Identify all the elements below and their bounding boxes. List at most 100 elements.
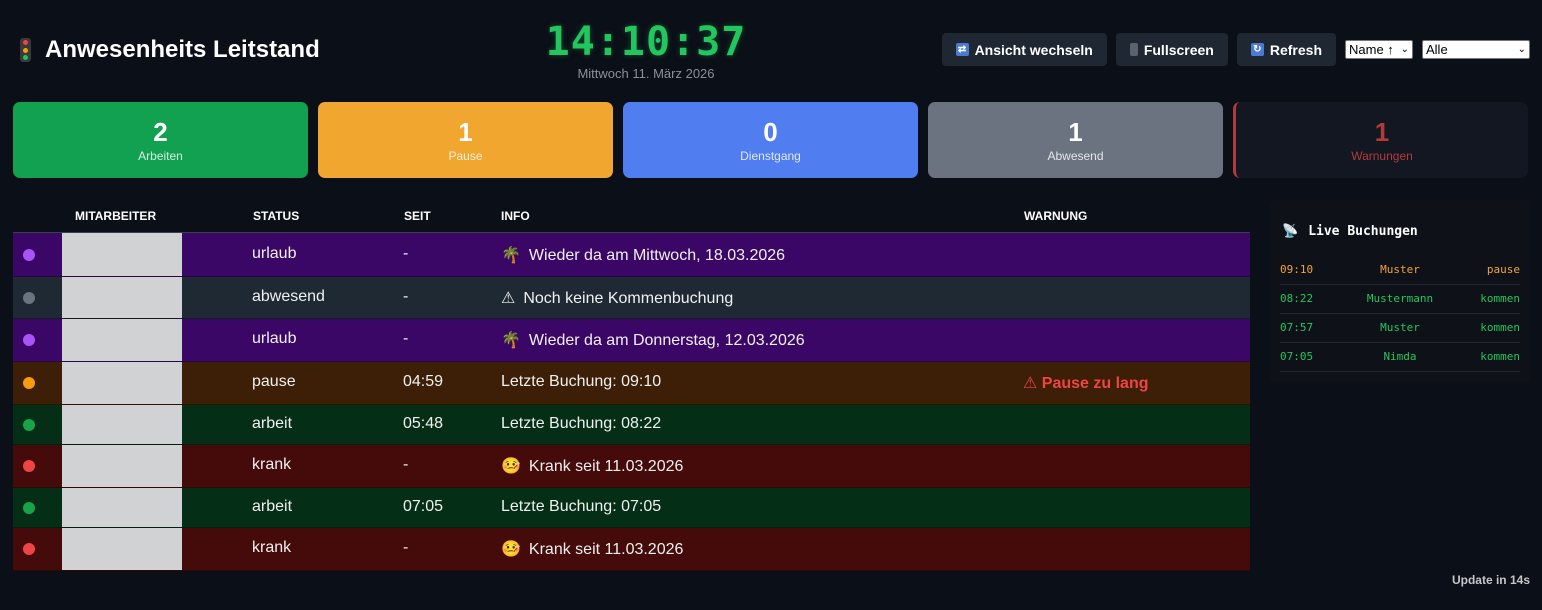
status-dot-icon (23, 377, 35, 389)
column-header-employee: MITARBEITER (75, 209, 157, 223)
live-bookings-panel: 📡 Live Buchungen 09:10 Muster pause 08:22 Mu… (1270, 200, 1530, 382)
status-cell: arbeit (252, 498, 293, 515)
card-value: 1 (458, 117, 473, 147)
booking-type: pause (1486, 263, 1520, 276)
card-label: Arbeiten (138, 149, 183, 163)
filter-select[interactable]: Alle ⌄ (1422, 40, 1530, 59)
clock-time: 14:10:37 (545, 19, 747, 65)
clock-date: Mittwoch 11. März 2026 (577, 66, 715, 81)
card-label: Pause (448, 149, 483, 163)
info-text: Letzte Buchung: 07:05 (501, 498, 662, 515)
info-text: Wieder da am Donnerstag, 12.03.2026 (528, 332, 805, 349)
since-cell: - (403, 245, 409, 262)
live-bookings-title-group: 📡 Live Buchungen (1282, 224, 1418, 239)
table-header: MITARBEITER STATUS SEIT INFO WARNUNG (13, 200, 1250, 233)
chevron-down-icon: ⌄ (1517, 44, 1526, 55)
live-booking-entry: 08:22 Mustermann kommen (1280, 284, 1520, 314)
since-cell: - (403, 539, 409, 556)
status-dot-icon (23, 460, 35, 472)
since-cell: - (403, 330, 409, 347)
status-cell: urlaub (252, 245, 297, 262)
info-icon: ⚠ (501, 288, 516, 307)
booking-name: Muster (1380, 263, 1420, 276)
sort-select[interactable]: Name ↑ ⌄ (1345, 40, 1413, 59)
info-text: Letzte Buchung: 09:10 (501, 373, 662, 390)
info-cell: Letzte Buchung: 09:10 (501, 373, 661, 391)
status-cell: krank (252, 539, 292, 556)
refresh-button[interactable]: ↻ Refresh (1236, 33, 1336, 66)
info-cell: 🤒 Krank seit 11.03.2026 (501, 456, 683, 476)
update-countdown: Update in 14s (1451, 573, 1530, 587)
table-row[interactable]: pause 04:59 Letzte Buchung: 09:10 ⚠ Pause z… (13, 362, 1250, 405)
employee-name-redacted (62, 528, 182, 570)
status-dot-icon (23, 249, 35, 261)
status-cell: arbeit (252, 415, 293, 432)
since-cell: 07:05 (403, 498, 444, 515)
sort-select-value: Name ↑ (1349, 42, 1394, 57)
refresh-icon: ↻ (1250, 43, 1264, 56)
employee-name-redacted (62, 445, 182, 487)
table-row[interactable]: arbeit 07:05 Letzte Buchung: 07:05 (13, 488, 1250, 528)
card-label: Abwesend (1047, 149, 1104, 163)
fullscreen-label: Fullscreen (1143, 41, 1214, 58)
info-cell: Letzte Buchung: 07:05 (501, 498, 661, 516)
table-row[interactable]: krank - 🤒 Krank seit 11.03.2026 (13, 445, 1250, 488)
card-label: Warnungen (1351, 149, 1413, 163)
status-dot-icon (23, 419, 35, 431)
live-booking-entry: 07:57 Muster kommen (1280, 313, 1520, 343)
switch-view-button[interactable]: ⇄ Ansicht wechseln (941, 33, 1107, 66)
table-row[interactable]: krank - 🤒 Krank seit 11.03.2026 (13, 528, 1250, 571)
status-cell: abwesend (252, 288, 325, 305)
table-row[interactable]: urlaub - 🌴 Wieder da am Mittwoch, 18.03.202… (13, 233, 1250, 277)
info-cell: 🌴 Wieder da am Donnerstag, 12.03.2026 (501, 330, 805, 350)
live-booking-entry: 07:05 Nimda kommen (1280, 342, 1520, 372)
card-value: 1 (1374, 117, 1390, 147)
info-text: Noch keine Kommenbuchung (523, 290, 734, 307)
table-row[interactable]: abwesend - ⚠ Noch keine Kommenbuchung (13, 277, 1250, 319)
card-absent: 1 Abwesend (928, 102, 1223, 178)
card-label: Dienstgang (740, 149, 801, 163)
booking-type: kommen (1480, 292, 1520, 305)
status-dot-icon (23, 292, 35, 304)
filter-select-value: Alle (1426, 42, 1448, 57)
column-header-since: SEIT (404, 209, 431, 223)
warning-cell: ⚠ Pause zu lang (1023, 375, 1149, 392)
card-value: 2 (153, 117, 168, 147)
card-value: 0 (763, 117, 778, 147)
fullscreen-button[interactable]: Fullscreen (1115, 33, 1228, 66)
column-header-warning: WARNUNG (1024, 209, 1088, 223)
live-booking-entry: 09:10 Muster pause (1280, 255, 1520, 285)
booking-type: kommen (1480, 350, 1520, 363)
since-cell: - (403, 456, 409, 473)
info-icon: 🌴 (501, 330, 521, 349)
since-cell: 05:48 (403, 415, 444, 432)
employee-name-redacted (62, 405, 182, 444)
attendance-table: MITARBEITER STATUS SEIT INFO WARNUNG url… (13, 200, 1250, 571)
column-header-info: INFO (501, 209, 530, 223)
info-icon: 🤒 (501, 456, 521, 475)
info-cell: 🌴 Wieder da am Mittwoch, 18.03.2026 (501, 245, 785, 265)
switch-view-label: Ansicht wechseln (974, 41, 1093, 58)
toolbar: ⇄ Ansicht wechseln Fullscreen ↻ Refresh … (941, 33, 1530, 66)
header: Anwesenheits Leitstand 14:10:37 Mittwoch… (0, 0, 1542, 95)
clock: 14:10:37 Mittwoch 11. März 2026 (540, 20, 752, 81)
column-header-status: STATUS (253, 209, 300, 223)
since-cell: - (403, 288, 409, 305)
table-row[interactable]: urlaub - 🌴 Wieder da am Donnerstag, 12.03.2… (13, 319, 1250, 362)
card-value: 1 (1068, 117, 1083, 147)
card-warnings: 1 Warnungen (1233, 102, 1528, 178)
table-row[interactable]: arbeit 05:48 Letzte Buchung: 08:22 (13, 405, 1250, 445)
status-cell: krank (252, 456, 292, 473)
booking-type: kommen (1480, 321, 1520, 334)
status-dot-icon (23, 543, 35, 555)
info-icon: 🌴 (501, 245, 521, 264)
info-cell: ⚠ Noch keine Kommenbuchung (501, 288, 733, 308)
employee-name-redacted (62, 488, 182, 527)
status-cell: urlaub (252, 330, 297, 347)
phone-icon (1129, 43, 1138, 56)
employee-name-redacted (62, 319, 182, 361)
refresh-label: Refresh (1269, 41, 1322, 58)
shuffle-icon: ⇄ (955, 43, 969, 56)
card-break: 1 Pause (318, 102, 613, 178)
info-cell: 🤒 Krank seit 11.03.2026 (501, 539, 683, 559)
